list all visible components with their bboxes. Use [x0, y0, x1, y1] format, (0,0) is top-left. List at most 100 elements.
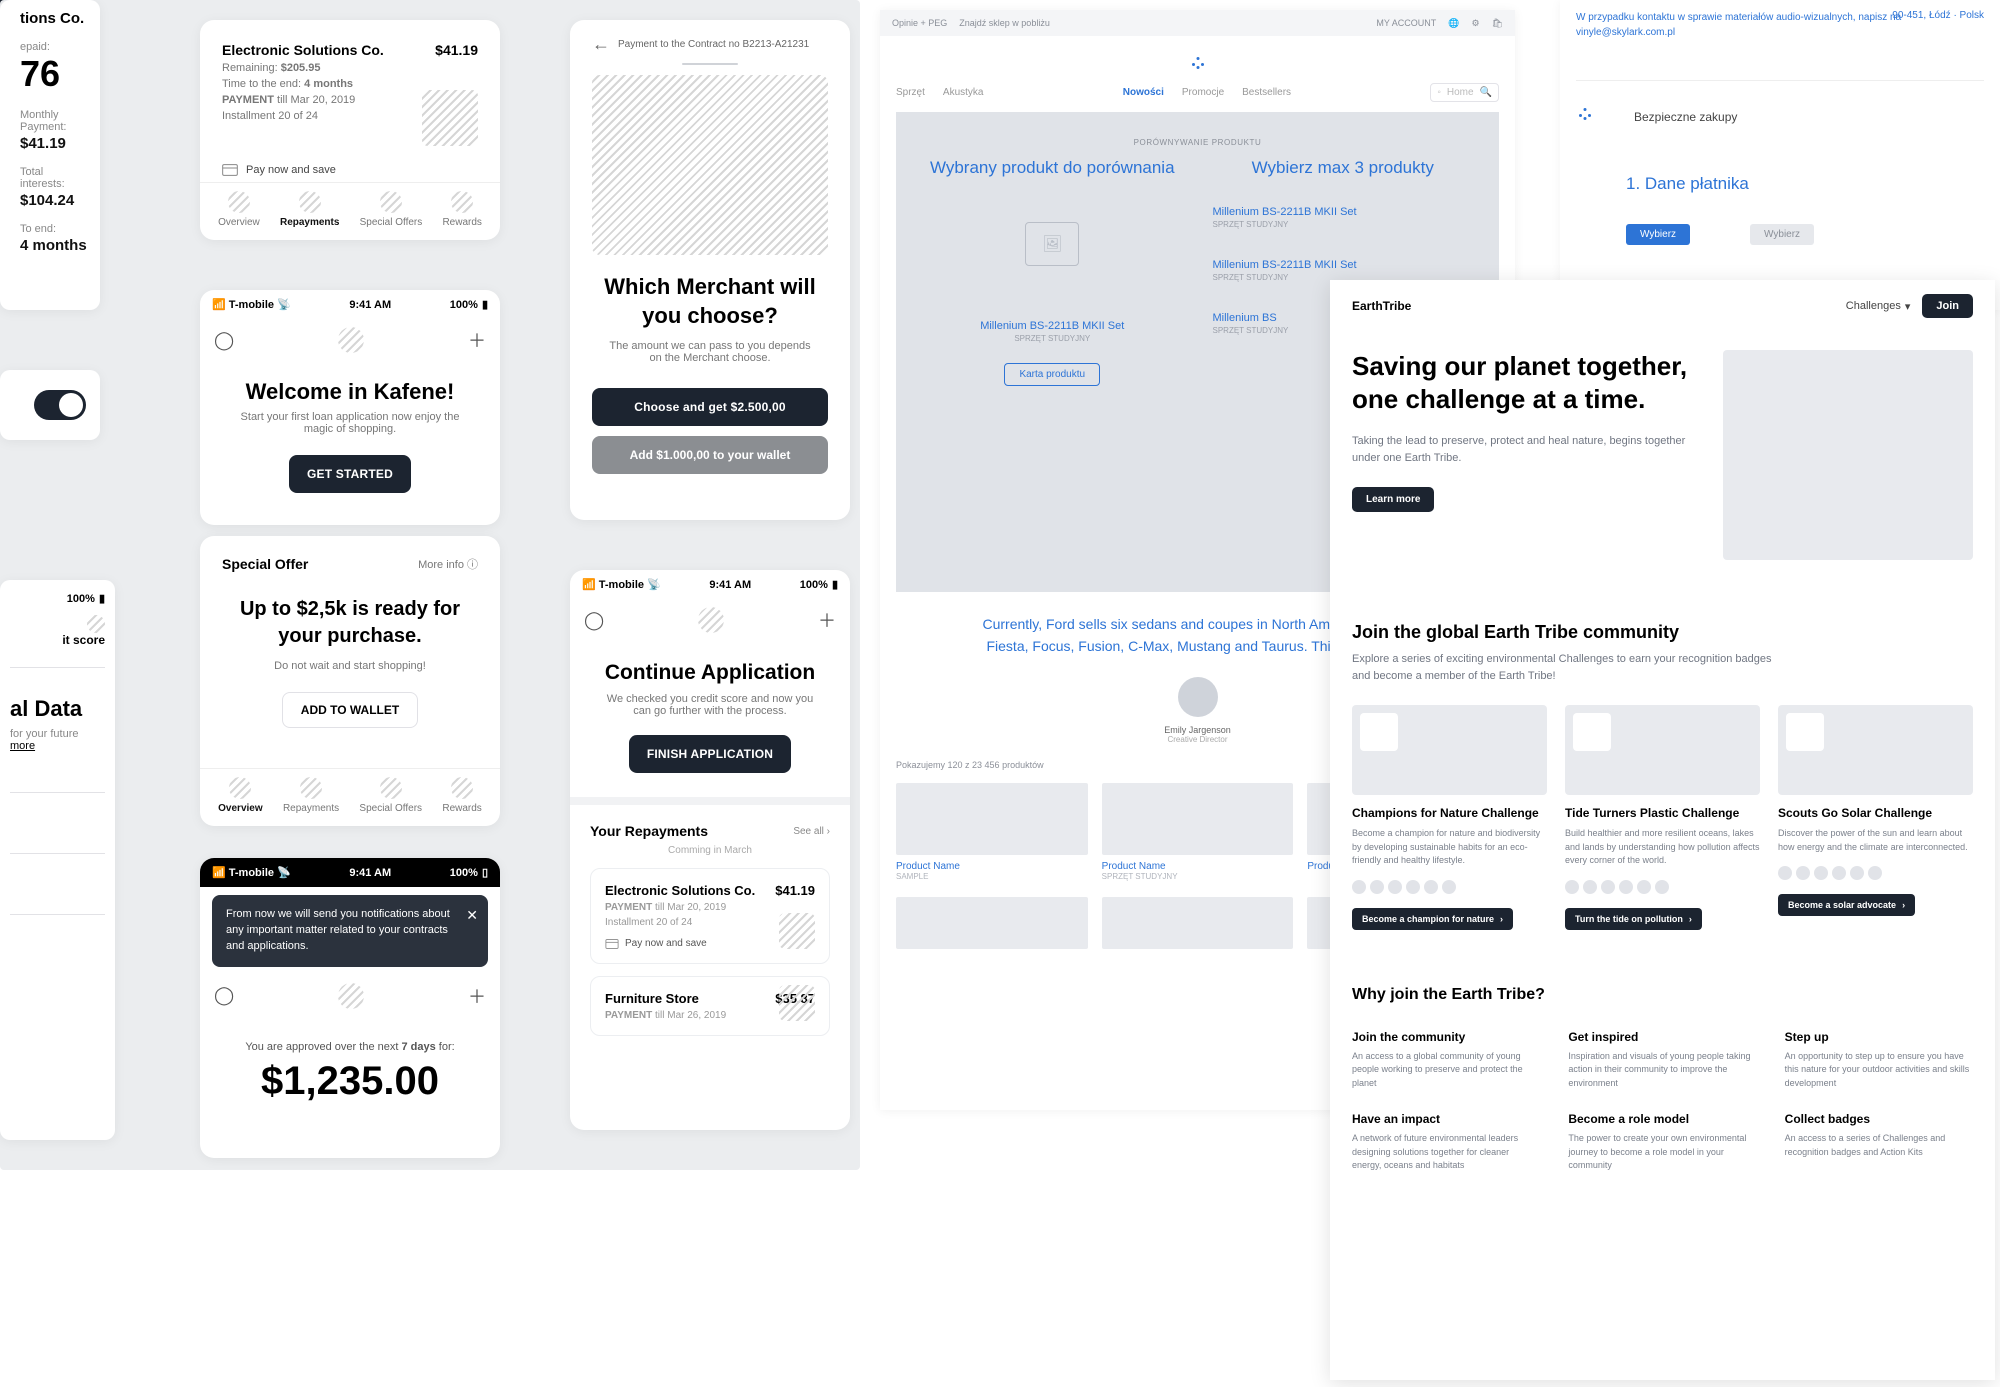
card-desc: Become a champion for nature and biodive… — [1352, 827, 1547, 868]
interest-value: $104.24 — [20, 192, 90, 209]
cart-icon[interactable]: 🛍 — [1492, 18, 1503, 29]
nav-item[interactable]: Promocje — [1182, 87, 1224, 98]
hero-sub: Taking the lead to preserve, protect and… — [1352, 433, 1701, 467]
suggested-product[interactable]: Millenium BS-2211B MKII SetSPRZĘT STUDYJ… — [1213, 259, 1474, 282]
get-started-button[interactable]: GET STARTED — [289, 455, 411, 493]
brand-logo[interactable]: EarthTribe — [1352, 299, 1411, 313]
status-battery: 100% — [450, 299, 478, 311]
card-title: Champions for Nature Challenge — [1352, 805, 1547, 821]
status-battery: 100% — [450, 867, 478, 879]
product-tile[interactable]: Product NameSAMPLE — [896, 783, 1088, 881]
why-item: Get inspiredInspiration and visuals of y… — [1568, 1030, 1756, 1091]
learn-more-link[interactable]: more — [10, 740, 105, 752]
profile-icon[interactable]: ◯ — [214, 330, 234, 351]
site-logo[interactable] — [1576, 105, 1594, 128]
payer-type-tab[interactable]: Wybierz — [1750, 224, 1814, 245]
gear-icon[interactable]: ⚙ — [1471, 18, 1479, 29]
merchant-name: Furniture Store — [605, 991, 699, 1006]
card-cta-button[interactable]: Turn the tide on pollution › — [1565, 908, 1702, 930]
learn-more-button[interactable]: Learn more — [1352, 487, 1434, 512]
personal-data-heading: al Data — [10, 696, 105, 722]
challenge-card: Champions for Nature Challenge Become a … — [1352, 705, 1547, 930]
tab-overview[interactable]: Overview — [218, 191, 260, 228]
avatar — [1178, 677, 1218, 717]
notification-toast: From now we will send you notifications … — [212, 895, 488, 967]
add-icon[interactable]: ＋ — [818, 607, 836, 633]
toend-value: 4 months — [20, 237, 90, 254]
personal-data-sub: for your future — [10, 728, 105, 740]
why-item: Join the communityAn access to a global … — [1352, 1030, 1540, 1091]
profile-icon[interactable]: ◯ — [214, 985, 234, 1006]
merchant-name: Electronic Solutions Co. — [222, 42, 384, 58]
add-to-wallet-button[interactable]: Add $1.000,00 to your wallet — [592, 436, 828, 474]
util-link[interactable]: Znajdź sklep w pobliżu — [959, 18, 1050, 28]
product-tile[interactable] — [1102, 897, 1294, 949]
join-button[interactable]: Join — [1922, 294, 1973, 318]
repayment-item[interactable]: Electronic Solutions Co. $41.19 PAYMENT … — [590, 868, 830, 964]
status-time: 9:41 AM — [349, 299, 391, 311]
tab-special-offers[interactable]: Special Offers — [360, 191, 423, 228]
add-icon[interactable]: ＋ — [468, 327, 486, 353]
tab-overview[interactable]: Overview — [218, 777, 262, 814]
nav-item-active[interactable]: Nowości — [1123, 87, 1164, 98]
profile-icon[interactable]: ◯ — [584, 610, 604, 631]
globe-icon[interactable]: 🌐 — [1448, 18, 1459, 29]
hero-left-title: Wybrany produkt do porównania — [922, 157, 1183, 180]
continue-heading: Continue Application — [570, 661, 850, 685]
time-label: Time to the end: — [222, 78, 301, 90]
carrier-label: T-mobile — [229, 299, 274, 311]
remaining-label: Remaining: — [222, 62, 278, 74]
tab-rewards[interactable]: Rewards — [442, 191, 481, 228]
banner-placeholder — [592, 75, 828, 255]
product-card-button[interactable]: Karta produktu — [1004, 363, 1100, 386]
finish-application-button[interactable]: FINISH APPLICATION — [629, 735, 791, 773]
image-placeholder-icon: 🖼 — [1025, 222, 1079, 266]
card-cta-button[interactable]: Become a solar advocate › — [1778, 894, 1915, 916]
product-tile[interactable] — [896, 897, 1088, 949]
repayment-price: $41.19 — [435, 42, 478, 58]
product-tile[interactable]: Product NameSPRZĘT STUDYJNY — [1102, 783, 1294, 881]
drag-handle-icon[interactable] — [682, 63, 738, 65]
repaid-label: epaid: — [20, 41, 90, 53]
suggested-product[interactable]: Millenium BS-2211B MKII SetSPRZĘT STUDYJ… — [1213, 206, 1474, 229]
card-cta-button[interactable]: Become a champion for nature › — [1352, 908, 1513, 930]
card-image-placeholder — [1778, 705, 1973, 795]
account-link[interactable]: MY ACCOUNT — [1376, 18, 1436, 28]
repayment-item[interactable]: Furniture Store $35.87 PAYMENT till Mar … — [590, 976, 830, 1036]
card-desc: Discover the power of the sun and learn … — [1778, 827, 1973, 854]
challenges-dropdown[interactable]: Challenges ▾ — [1846, 300, 1911, 313]
payer-type-tab-active[interactable]: Wybierz — [1626, 224, 1690, 245]
search-input[interactable]: ◦ Home 🔍 — [1430, 83, 1499, 102]
util-link[interactable]: Opinie + PEG — [892, 18, 947, 28]
challenge-card: Scouts Go Solar Challenge Discover the p… — [1778, 705, 1973, 930]
add-to-wallet-button[interactable]: ADD TO WALLET — [282, 692, 418, 728]
tab-repayments[interactable]: Repayments — [283, 777, 339, 814]
nav-item[interactable]: Bestsellers — [1242, 87, 1291, 98]
pay-now-row[interactable]: Pay now and save — [222, 164, 478, 176]
choose-merchant-button[interactable]: Choose and get $2.500,00 — [592, 388, 828, 426]
tab-rewards[interactable]: Rewards — [442, 777, 481, 814]
more-info-link[interactable]: More info ⓘ — [418, 556, 478, 572]
nav-item[interactable]: Akustyka — [943, 87, 984, 98]
merchant-heading: Which Merchant will you choose? — [592, 273, 828, 330]
coming-label: Comming in March — [590, 845, 830, 856]
site-logo[interactable] — [880, 36, 1515, 83]
product-name[interactable]: Millenium BS-2211B MKII Set — [922, 320, 1183, 332]
notification-toggle[interactable] — [34, 390, 86, 420]
bottom-tabbar: Overview Repayments Special Offers Rewar… — [200, 768, 500, 826]
close-icon[interactable]: ✕ — [466, 905, 478, 925]
nav-item[interactable]: Sprzęt — [896, 87, 925, 98]
see-all-link[interactable]: See all › — [793, 826, 830, 837]
continue-application-card: 📶 T-mobile 📡 9:41 AM 100% ▮ ◯ ＋ Continue… — [570, 570, 850, 1130]
time-value: 4 months — [304, 78, 353, 90]
why-item: Have an impactA network of future enviro… — [1352, 1112, 1540, 1173]
add-icon[interactable]: ＋ — [468, 983, 486, 1009]
payment-date: till Mar 20, 2019 — [277, 94, 355, 106]
back-icon[interactable]: ← — [592, 34, 610, 55]
tab-repayments[interactable]: Repayments — [280, 191, 339, 228]
community-heading: Join the global Earth Tribe community — [1352, 622, 1973, 643]
monthly-value: $41.19 — [20, 135, 90, 152]
tab-special-offers[interactable]: Special Offers — [359, 777, 422, 814]
card-icon — [605, 939, 619, 949]
pay-now-label: Pay now and save — [625, 938, 707, 949]
